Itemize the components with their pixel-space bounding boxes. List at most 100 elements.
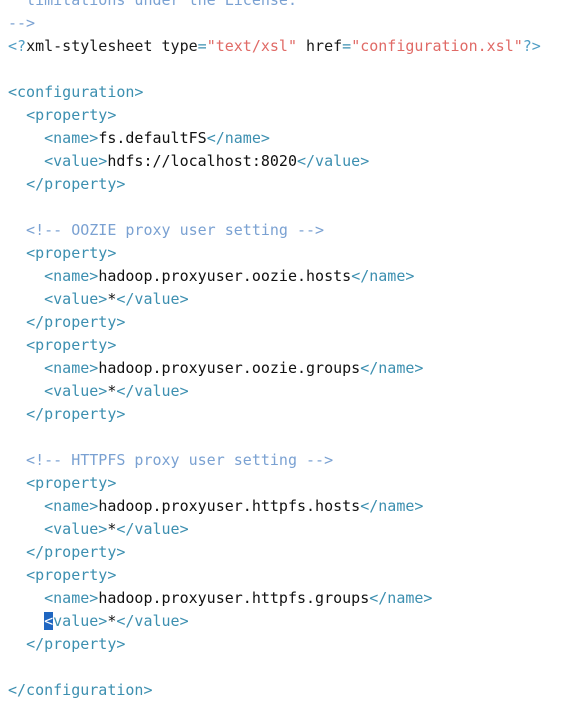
xml-open-tag: <value> [44, 290, 108, 308]
xml-comment: limitations under the License. [8, 0, 297, 9]
xml-tag: </property> [26, 313, 126, 331]
code-line[interactable]: <name>hadoop.proxyuser.oozie.groups</nam… [0, 357, 580, 380]
xml-comment: <!-- OOZIE proxy user setting --> [8, 221, 325, 239]
xml-tag: <property> [26, 474, 117, 492]
xml-text-value: hadoop.proxyuser.httpfs.hosts [98, 497, 361, 515]
pi-equals: = [342, 37, 352, 55]
pi-equals: = [197, 37, 207, 55]
xml-open-tag: <name> [44, 589, 99, 607]
code-line[interactable] [0, 58, 580, 81]
code-line[interactable]: <?xml-stylesheet type="text/xsl" href="c… [0, 35, 580, 58]
code-line[interactable]: <property> [0, 564, 580, 587]
xml-close-tag: </name> [351, 267, 415, 285]
xml-close-tag: </value> [116, 290, 189, 308]
code-line[interactable]: </property> [0, 403, 580, 426]
xml-close-tag: </value> [116, 612, 189, 630]
xml-tag: <configuration> [8, 83, 144, 101]
code-line[interactable] [0, 426, 580, 449]
xml-tag: <property> [26, 106, 117, 124]
code-line[interactable]: </property> [0, 633, 580, 656]
code-line[interactable] [0, 656, 580, 679]
pi-attr-name: type [161, 37, 198, 55]
code-line[interactable]: <value>*</value> [0, 518, 580, 541]
code-line[interactable]: limitations under the License. [0, 0, 580, 12]
xml-text-value: hdfs://localhost:8020 [107, 152, 297, 170]
code-line[interactable]: </property> [0, 173, 580, 196]
xml-comment: <!-- HTTPFS proxy user setting --> [8, 451, 334, 469]
code-line[interactable]: <name>hadoop.proxyuser.httpfs.hosts</nam… [0, 495, 580, 518]
xml-tag: </property> [26, 405, 126, 423]
xml-open-tag: <name> [44, 359, 99, 377]
xml-open-tag: <name> [44, 497, 99, 515]
code-line[interactable]: </property> [0, 311, 580, 334]
xml-open-tag: <name> [44, 267, 99, 285]
pi-name: xml-stylesheet [26, 37, 153, 55]
code-line[interactable] [0, 196, 580, 219]
pi-attr-name: href [306, 37, 343, 55]
xml-close-tag: </value> [297, 152, 370, 170]
code-line[interactable]: <name>hadoop.proxyuser.httpfs.groups</na… [0, 587, 580, 610]
xml-close-tag: </value> [116, 382, 189, 400]
pi-attr-value: "configuration.xsl" [351, 37, 523, 55]
xml-open-tag: <value> [44, 382, 108, 400]
xml-tag: </configuration> [8, 681, 153, 699]
pi-open: <? [8, 37, 27, 55]
xml-close-tag: </name> [369, 589, 433, 607]
xml-open-tag: <value> [44, 152, 108, 170]
code-line[interactable]: <name>hadoop.proxyuser.oozie.hosts</name… [0, 265, 580, 288]
code-line[interactable]: <name>fs.defaultFS</name> [0, 127, 580, 150]
xml-tag: <property> [26, 336, 117, 354]
xml-close-tag: </name> [360, 359, 424, 377]
xml-tag: </property> [26, 635, 126, 653]
xml-tag: <property> [26, 244, 117, 262]
code-line[interactable]: <value>*</value> [0, 380, 580, 403]
xml-close-tag: </name> [206, 129, 270, 147]
xml-open-tag: <name> [44, 129, 99, 147]
code-line[interactable]: <property> [0, 104, 580, 127]
code-line[interactable]: <property> [0, 242, 580, 265]
xml-text-value: fs.defaultFS [98, 129, 207, 147]
xml-tag: </property> [26, 175, 126, 193]
code-line[interactable]: --> [0, 12, 580, 35]
code-line[interactable]: <!-- OOZIE proxy user setting --> [0, 219, 580, 242]
xml-text-value: hadoop.proxyuser.httpfs.groups [98, 589, 370, 607]
code-line[interactable]: </configuration> [0, 679, 580, 702]
code-line[interactable]: <configuration> [0, 81, 580, 104]
xml-open-tag: value> [53, 612, 108, 630]
xml-tag: </property> [26, 543, 126, 561]
xml-text-value: hadoop.proxyuser.oozie.hosts [98, 267, 352, 285]
code-line[interactable]: <value>*</value> [0, 288, 580, 311]
code-line[interactable]: </property> [0, 541, 580, 564]
xml-open-tag: <value> [44, 520, 108, 538]
pi-attr-value: "text/xsl" [206, 37, 297, 55]
xml-text-value: hadoop.proxyuser.oozie.groups [98, 359, 361, 377]
code-line[interactable]: <value>*</value> [0, 610, 580, 633]
code-line[interactable]: <value>hdfs://localhost:8020</value> [0, 150, 580, 173]
code-line[interactable]: <property> [0, 472, 580, 495]
code-editor[interactable]: limitations under the License. --> <?xml-s… [0, 0, 580, 702]
xml-close-tag: </value> [116, 520, 189, 538]
code-line[interactable]: <!-- HTTPFS proxy user setting --> [0, 449, 580, 472]
code-line[interactable]: <property> [0, 334, 580, 357]
xml-close-tag: </name> [360, 497, 424, 515]
text-cursor[interactable]: < [44, 612, 54, 630]
